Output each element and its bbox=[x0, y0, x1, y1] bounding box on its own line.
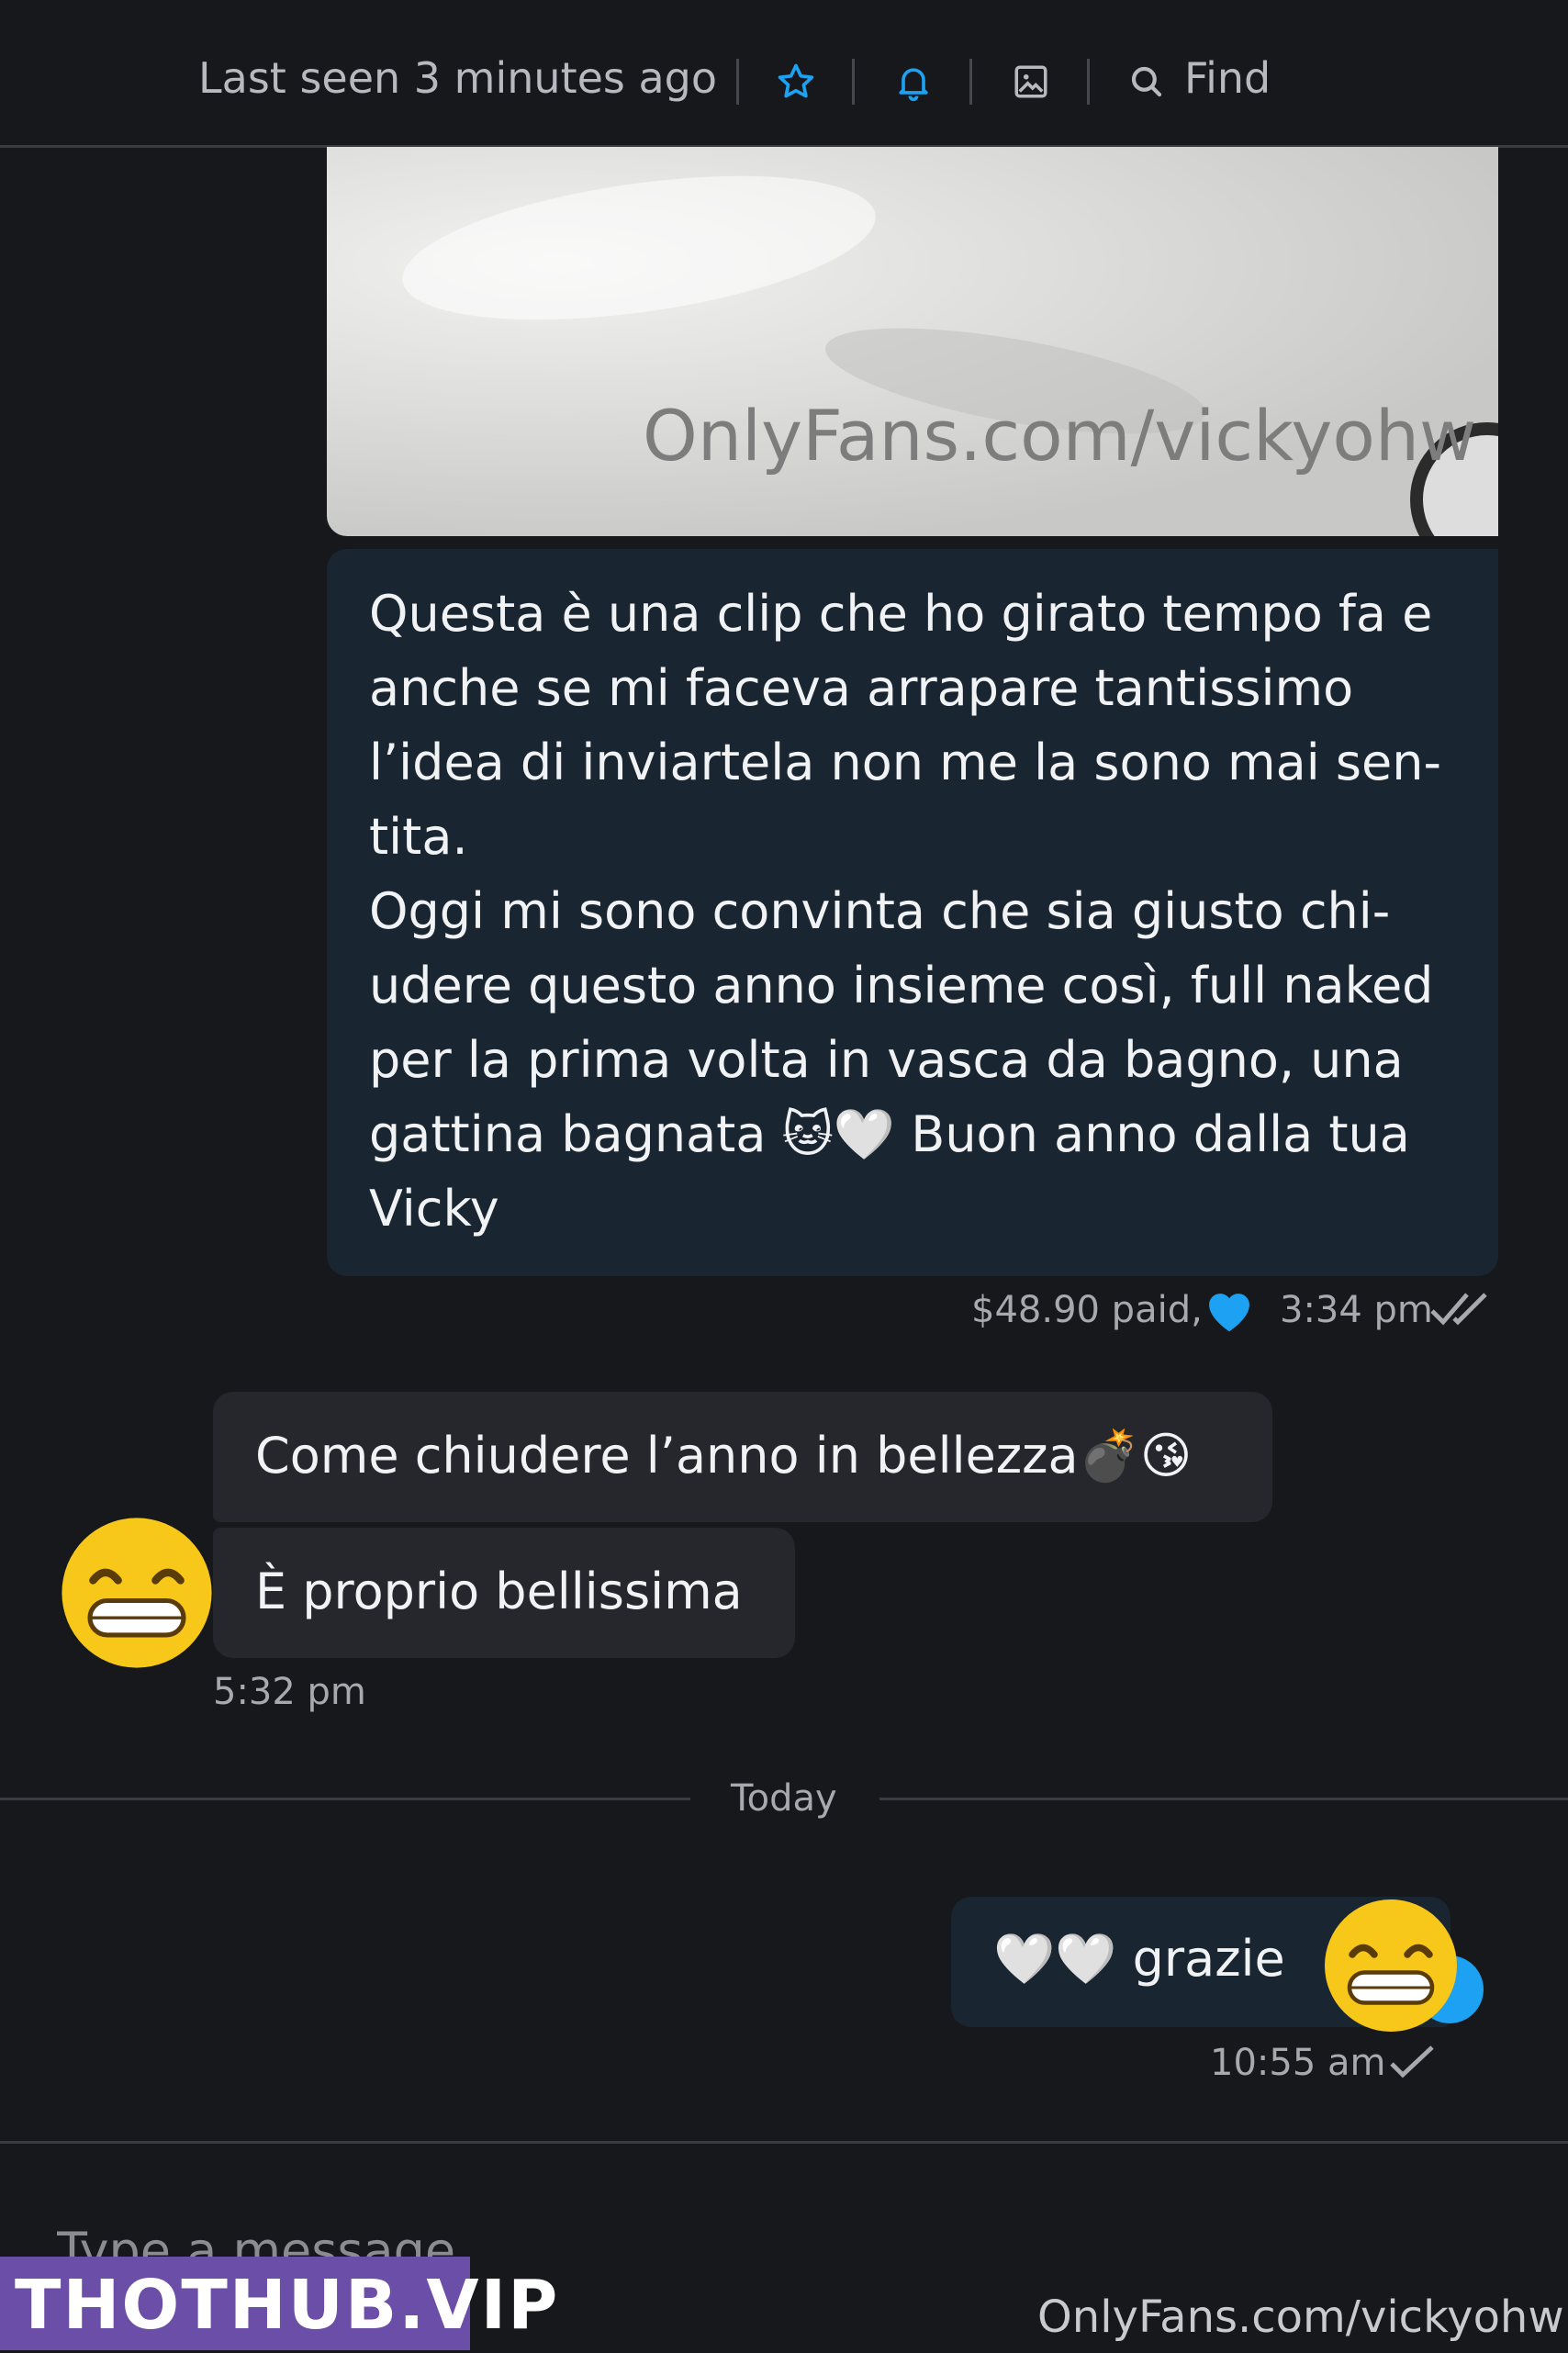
find-button[interactable]: Find bbox=[1184, 53, 1271, 103]
message-line: tita. bbox=[369, 808, 468, 866]
media-preview[interactable]: OnlyFans.com/vickyohw bbox=[327, 147, 1498, 536]
image-icon[interactable] bbox=[1006, 57, 1056, 106]
grin-emoji bbox=[1322, 1897, 1460, 2034]
footer-watermark: OnlyFans.com/vickyohw bbox=[1037, 2291, 1564, 2343]
bell-icon[interactable] bbox=[889, 57, 938, 106]
message-text: Questa è una clip che ho girato tempo fa… bbox=[369, 577, 1471, 1246]
message-line: udere questo anno insieme così, full nak… bbox=[369, 957, 1434, 1014]
avatar[interactable] bbox=[59, 1515, 215, 1671]
message-text: Come chiudere l’anno in bellezza💣😘 bbox=[255, 1427, 1193, 1485]
incoming-message-bubble[interactable]: Come chiudere l’anno in bellezza💣😘 bbox=[213, 1392, 1272, 1522]
heart-icon[interactable] bbox=[1201, 1282, 1258, 1339]
last-seen-status: Last seen 3 minutes ago bbox=[198, 53, 718, 103]
message-line: anche se mi faceva arrapare tantissimo bbox=[369, 659, 1354, 717]
header-divider bbox=[852, 59, 855, 105]
check-icon bbox=[1386, 2040, 1438, 2086]
star-icon[interactable] bbox=[771, 57, 821, 106]
price-paid: $48.90 paid, bbox=[971, 1289, 1203, 1331]
chat-header: Last seen 3 minutes ago Find bbox=[0, 0, 1568, 148]
header-divider bbox=[969, 59, 972, 105]
divider-line bbox=[0, 1798, 690, 1800]
double-check-icon bbox=[1428, 1285, 1496, 1331]
incoming-message-bubble[interactable]: È proprio bellissima bbox=[213, 1528, 795, 1658]
message-line: Oggi mi sono convinta che sia giusto chi… bbox=[369, 882, 1391, 940]
message-line: per la prima volta in vasca da bagno, un… bbox=[369, 1031, 1404, 1089]
message-line: Questa è una clip che ho girato tempo fa… bbox=[369, 585, 1433, 643]
header-divider bbox=[736, 59, 739, 105]
message-time: 10:55 am bbox=[1210, 2042, 1386, 2084]
divider-line bbox=[879, 1798, 1568, 1800]
message-text: È proprio bellissima bbox=[255, 1563, 743, 1620]
day-divider-label: Today bbox=[731, 1777, 837, 1820]
message-time: 5:32 pm bbox=[213, 1671, 366, 1713]
header-divider bbox=[1087, 59, 1090, 105]
search-icon[interactable] bbox=[1122, 57, 1171, 106]
outgoing-message-bubble[interactable]: Questa è una clip che ho girato tempo fa… bbox=[327, 549, 1498, 1276]
message-line: Vicky bbox=[369, 1180, 499, 1238]
site-badge-text: THOTHUB.VIP bbox=[15, 2266, 560, 2345]
message-time: 3:34 pm bbox=[1280, 1289, 1433, 1331]
message-text: 🤍🤍 grazie bbox=[993, 1930, 1285, 1988]
site-badge: THOTHUB.VIP bbox=[0, 2257, 557, 2350]
message-line: l’idea di inviartela non me la sono mai … bbox=[369, 734, 1441, 791]
message-line: gattina bagnata 🐱🤍 Buon anno dalla tua bbox=[369, 1105, 1410, 1163]
media-watermark: OnlyFans.com/vickyohw bbox=[643, 395, 1477, 476]
media-highlight bbox=[393, 151, 885, 345]
